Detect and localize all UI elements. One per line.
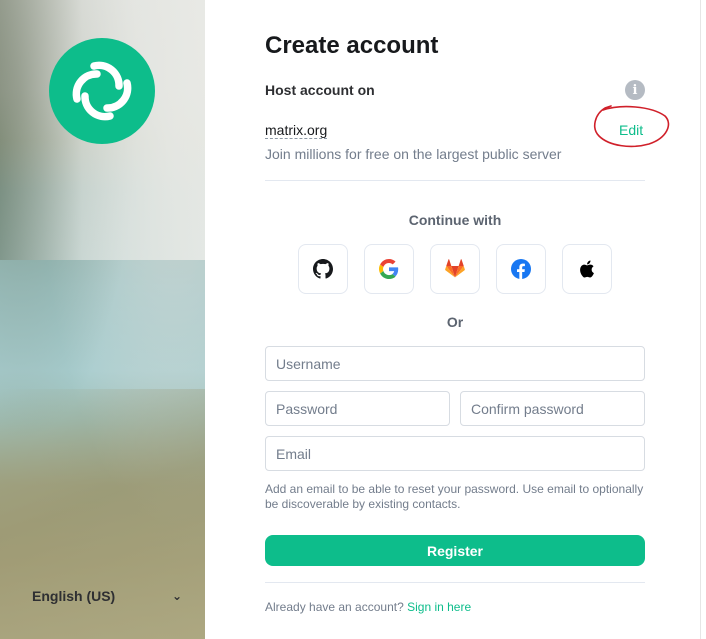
facebook-button[interactable] xyxy=(496,244,546,294)
language-selector[interactable]: English (US) ⌄ xyxy=(32,588,182,604)
apple-button[interactable] xyxy=(562,244,612,294)
apple-icon xyxy=(580,260,594,278)
language-label: English (US) xyxy=(32,588,116,604)
host-account-label: Host account on xyxy=(265,82,375,98)
username-input[interactable] xyxy=(265,346,645,381)
chevron-down-icon: ⌄ xyxy=(171,589,182,603)
divider xyxy=(265,582,645,583)
github-icon xyxy=(313,259,333,279)
register-button[interactable]: Register xyxy=(265,535,645,566)
already-have-account-text: Already have an account? xyxy=(265,600,404,614)
email-input[interactable] xyxy=(265,436,645,471)
gitlab-button[interactable] xyxy=(430,244,480,294)
confirm-password-input[interactable] xyxy=(460,391,645,426)
github-button[interactable] xyxy=(298,244,348,294)
password-input[interactable] xyxy=(265,391,450,426)
or-separator: Or xyxy=(446,314,464,330)
background-panel: English (US) ⌄ xyxy=(0,0,205,639)
window-edge xyxy=(700,0,701,639)
facebook-icon xyxy=(511,259,531,279)
divider xyxy=(265,180,645,181)
google-icon xyxy=(379,259,399,279)
sign-in-prompt: Already have an account? Sign in here xyxy=(265,600,471,614)
continue-with-label: Continue with xyxy=(408,212,502,228)
sign-in-link[interactable]: Sign in here xyxy=(407,600,471,614)
registration-panel: Create account Host account on i matrix.… xyxy=(205,0,706,639)
email-hint: Add an email to be able to reset your pa… xyxy=(265,482,644,511)
edit-server-link[interactable]: Edit xyxy=(619,122,643,138)
info-icon[interactable]: i xyxy=(625,80,645,100)
sso-buttons xyxy=(298,244,612,294)
element-logo-icon xyxy=(49,38,155,144)
server-name: matrix.org xyxy=(265,122,328,139)
page-title: Create account xyxy=(265,32,439,59)
edit-server-area: Edit xyxy=(591,104,671,150)
gitlab-icon xyxy=(445,259,465,278)
server-description: Join millions for free on the largest pu… xyxy=(265,146,562,162)
google-button[interactable] xyxy=(364,244,414,294)
